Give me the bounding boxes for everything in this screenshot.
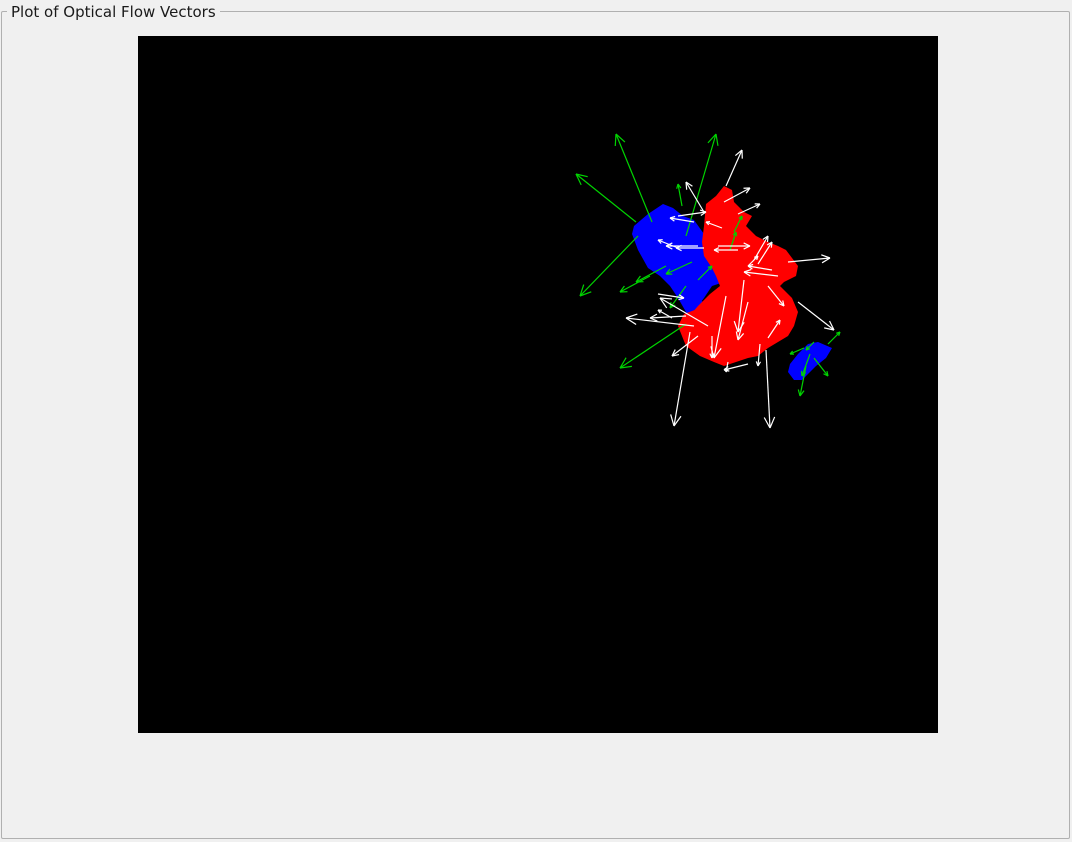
green-vector-11 xyxy=(619,323,687,369)
white-vector-30 xyxy=(763,349,776,429)
green-vector-1 xyxy=(614,133,653,223)
motion-regions xyxy=(632,186,832,380)
green-vector-6 xyxy=(619,275,651,293)
green-vector-5 xyxy=(676,183,683,207)
green-vector-2 xyxy=(575,173,637,223)
optical-flow-panel: Plot of Optical Flow Vectors xyxy=(0,0,1072,842)
flow-plot xyxy=(575,133,841,429)
panel-title: Plot of Optical Flow Vectors xyxy=(7,3,220,21)
flow-plot-canvas xyxy=(138,36,938,733)
white-vector-3 xyxy=(737,203,761,215)
white-vector-29 xyxy=(670,331,691,427)
green-vector-18 xyxy=(827,331,841,345)
white-vector-11 xyxy=(787,254,831,264)
white-vector-1 xyxy=(725,149,743,187)
white-vector-19 xyxy=(797,301,835,331)
